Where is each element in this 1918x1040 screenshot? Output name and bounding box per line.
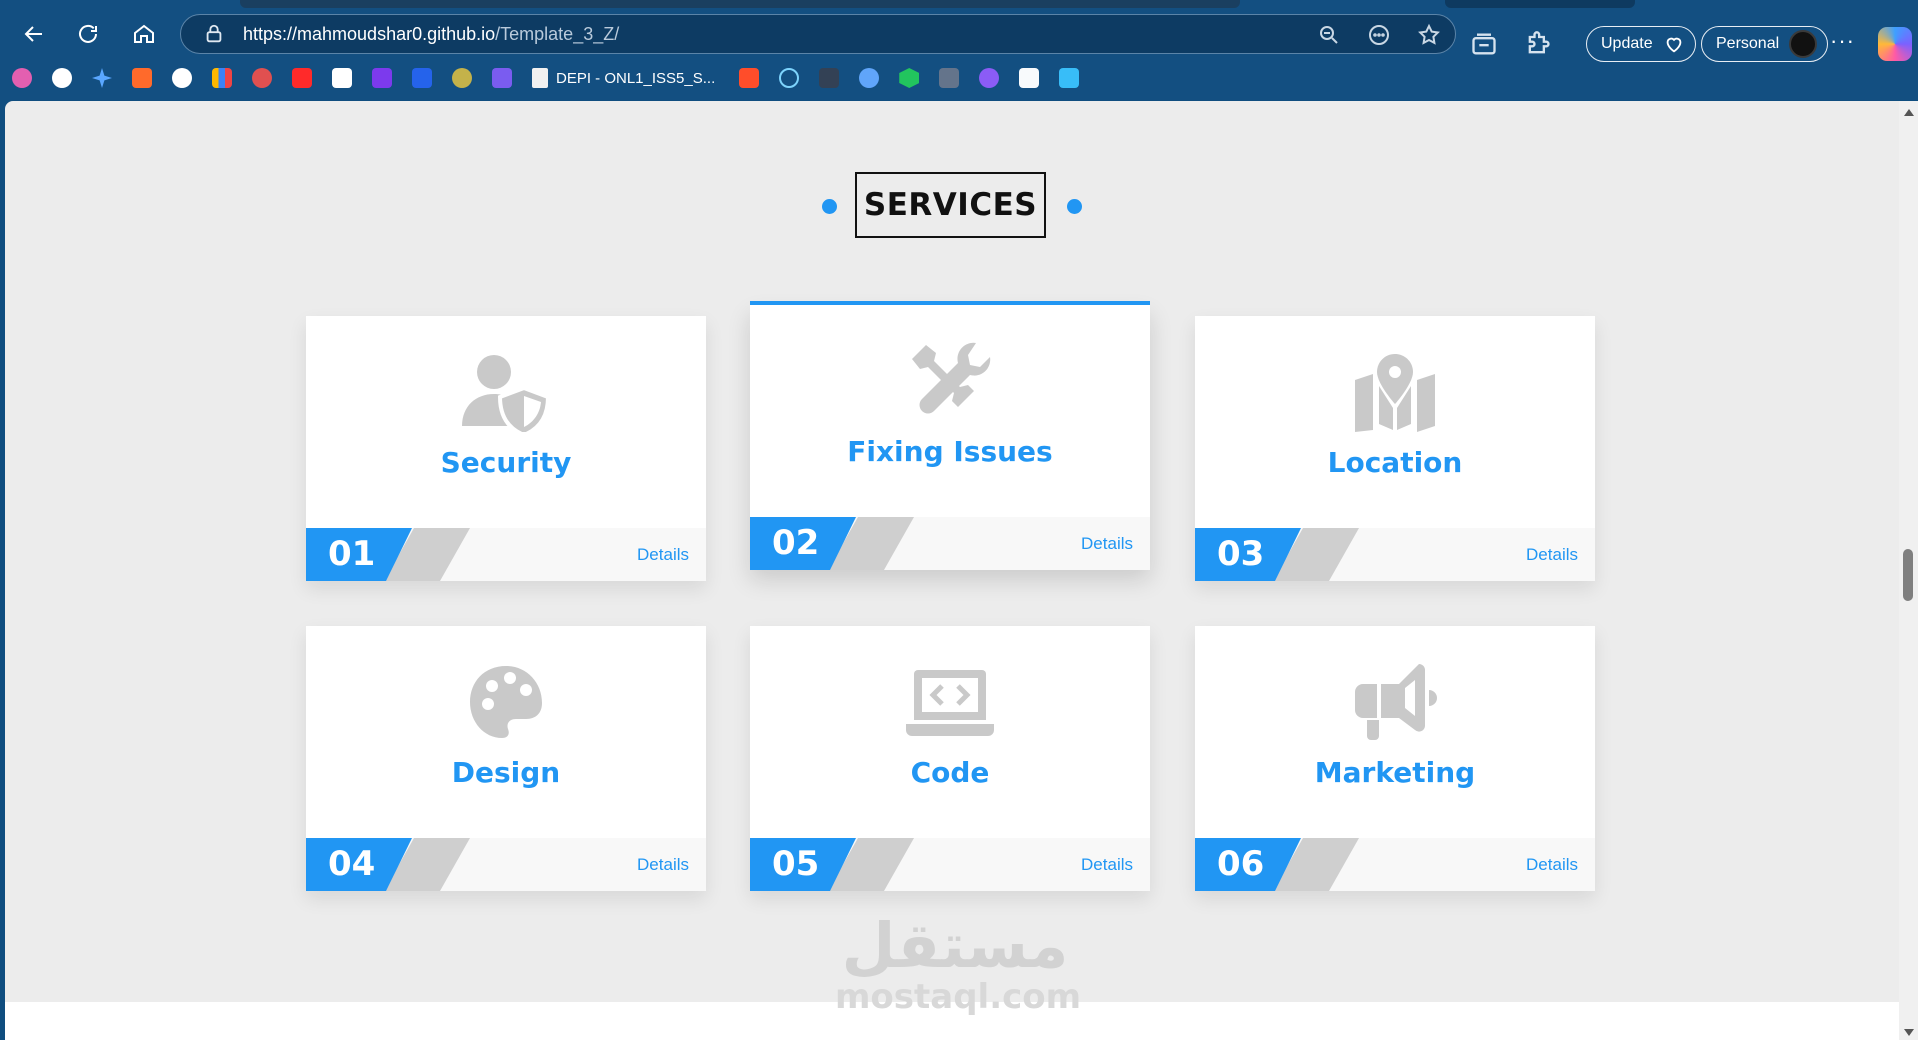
bookmark-icon[interactable] (372, 68, 392, 88)
tools-icon (750, 341, 1150, 421)
bullhorn-icon (1195, 662, 1595, 742)
lock-icon[interactable] (203, 23, 225, 45)
tab[interactable] (240, 0, 1240, 8)
url-host: https://mahmoudshar0.github.io (243, 23, 496, 44)
section-title: SERVICES (855, 172, 1046, 238)
card-footer: 03 Details (1195, 528, 1595, 581)
bookmark-icon[interactable] (252, 68, 272, 88)
details-link[interactable]: Details (637, 838, 689, 891)
service-title: Fixing Issues (847, 435, 1053, 468)
bookmark-icon[interactable] (1059, 68, 1080, 88)
node-icon[interactable] (899, 68, 920, 88)
avatar (1789, 30, 1818, 58)
bookmark-icon[interactable] (859, 68, 880, 88)
back-button[interactable] (16, 16, 52, 52)
title-dot-left (822, 199, 837, 214)
title-dot-right (1067, 199, 1082, 214)
service-title: Security (440, 446, 572, 479)
bookmark-icon[interactable] (492, 68, 512, 88)
refresh-button[interactable] (70, 16, 106, 52)
map-location-icon (1195, 352, 1595, 432)
scroll-up-arrow[interactable] (1904, 109, 1914, 116)
watermark: مستقل mostaql.com (835, 909, 1082, 1017)
profile-button[interactable]: Personal (1701, 26, 1829, 62)
document-icon (532, 68, 548, 88)
scroll-down-arrow[interactable] (1904, 1029, 1914, 1036)
service-card-marketing[interactable]: Marketing 06 Details (1195, 626, 1595, 891)
card-footer: 01 Details (306, 528, 706, 581)
copilot-icon[interactable] (1878, 27, 1912, 61)
service-title: Location (1327, 446, 1463, 479)
details-link[interactable]: Details (1526, 528, 1578, 581)
bookmark-icon[interactable] (412, 68, 432, 88)
collections-icon[interactable] (1470, 30, 1498, 58)
section-header: SERVICES (5, 172, 1899, 238)
service-title: Code (910, 756, 990, 789)
palette-icon (306, 662, 706, 742)
card-footer: 06 Details (1195, 838, 1595, 891)
update-button[interactable]: Update (1586, 26, 1696, 62)
bookmark-label: DEPI - ONL1_ISS5_S... (556, 69, 716, 87)
laptop-code-icon (750, 662, 1150, 742)
bookmark-icon[interactable] (212, 68, 232, 88)
favorite-star-icon[interactable] (1417, 23, 1441, 47)
home-button[interactable] (126, 16, 162, 52)
ellipsis-circle-icon[interactable] (1367, 23, 1391, 47)
details-link[interactable]: Details (637, 528, 689, 581)
bookmark-icon[interactable] (52, 68, 72, 88)
service-card-security[interactable]: Security 01 Details (306, 316, 706, 581)
bookmark-icon[interactable] (739, 68, 760, 88)
service-card-design[interactable]: Design 04 Details (306, 626, 706, 891)
page-viewport: SERVICES Security 01 Details Fixing Issu… (5, 101, 1899, 1040)
address-bar[interactable]: https://mahmoudshar0.github.io/Template_… (180, 14, 1456, 54)
details-link[interactable]: Details (1081, 838, 1133, 891)
refresh-icon (79, 24, 97, 43)
watermark-arabic: مستقل (841, 909, 1069, 982)
zoom-out-icon[interactable] (1317, 23, 1341, 47)
tab[interactable] (1445, 0, 1635, 8)
card-footer: 04 Details (306, 838, 706, 891)
github-icon[interactable] (172, 68, 192, 88)
service-card-fixing-issues[interactable]: Fixing Issues 02 Details (750, 301, 1150, 570)
service-title: Design (451, 756, 561, 789)
details-link[interactable]: Details (1526, 838, 1578, 891)
browser-chrome: https://mahmoudshar0.github.io/Template_… (0, 0, 1918, 100)
arrow-left-icon (24, 26, 42, 42)
service-card-code[interactable]: Code 05 Details (750, 626, 1150, 891)
bookmark-icon[interactable] (332, 68, 352, 88)
card-footer: 02 Details (750, 517, 1150, 570)
profile-label: Personal (1716, 35, 1780, 52)
bookmark-icon[interactable] (819, 68, 840, 88)
bookmark-icon[interactable] (12, 68, 32, 88)
details-link[interactable]: Details (1081, 517, 1133, 570)
update-label: Update (1601, 35, 1653, 52)
bookmark-icon[interactable] (452, 68, 472, 88)
service-title: Marketing (1314, 756, 1476, 789)
tab-strip (240, 0, 1918, 8)
extensions-icon[interactable] (1524, 30, 1552, 58)
bookmark-icon[interactable] (132, 68, 152, 88)
bookmark-icon[interactable] (92, 68, 112, 88)
scrollbar-thumb[interactable] (1903, 549, 1913, 601)
bookmark-icon[interactable] (1019, 68, 1040, 88)
url-text[interactable]: https://mahmoudshar0.github.io/Template_… (243, 24, 619, 45)
vertical-scrollbar[interactable] (1899, 101, 1918, 1040)
user-shield-icon (306, 352, 706, 432)
home-icon (134, 24, 154, 43)
youtube-icon[interactable] (292, 68, 312, 88)
update-heart-icon (1666, 37, 1681, 53)
card-footer: 05 Details (750, 838, 1150, 891)
url-path: /Template_3_Z/ (495, 23, 620, 44)
bookmark-icon[interactable] (939, 68, 960, 88)
bookmark-icon[interactable] (979, 68, 1000, 88)
navigation-bar: https://mahmoudshar0.github.io/Template_… (0, 10, 1918, 62)
service-card-location[interactable]: Location 03 Details (1195, 316, 1595, 581)
watermark-latin: mostaql.com (835, 977, 1082, 1017)
bookmark-depi[interactable]: DEPI - ONL1_ISS5_S... (532, 68, 715, 88)
react-icon[interactable] (779, 68, 800, 88)
bookmarks-bar: DEPI - ONL1_ISS5_S... (12, 64, 1918, 92)
more-menu-button[interactable]: ··· (1830, 28, 1855, 54)
